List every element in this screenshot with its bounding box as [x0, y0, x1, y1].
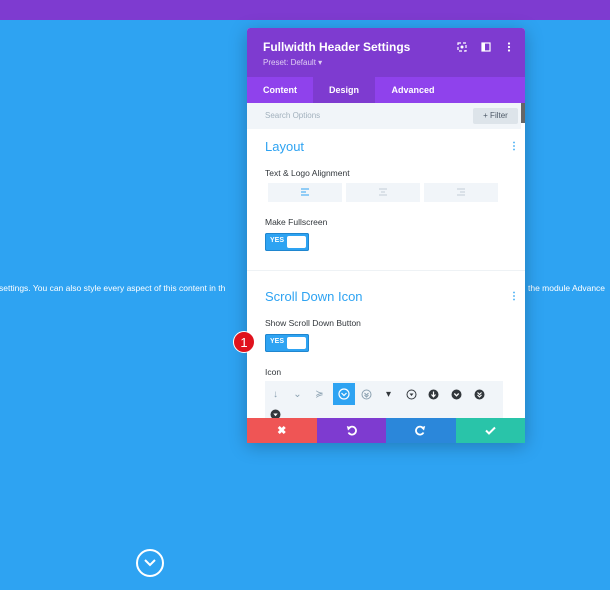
search-input[interactable]: Search Options	[265, 111, 320, 120]
sidebar-icon[interactable]	[480, 41, 492, 53]
save-button[interactable]	[455, 418, 525, 443]
tab-bar: Content Design Advanced	[247, 77, 525, 103]
circle-caret-down-icon[interactable]	[402, 385, 421, 404]
tab-design[interactable]: Design	[313, 77, 375, 103]
icon-label: Icon	[265, 367, 282, 377]
section-menu-icon[interactable]: ⋮	[509, 141, 519, 152]
tab-advanced[interactable]: Advanced	[375, 77, 451, 103]
settings-modal: Fullwidth Header Settings Preset: Defaul…	[247, 28, 525, 442]
caret-down-icon[interactable]: ▾	[379, 385, 398, 404]
chevron-down-icon[interactable]: ⌄	[288, 385, 307, 404]
toggle-yes-label: YES	[270, 237, 285, 244]
tab-content[interactable]: Content	[247, 77, 313, 103]
toggle-yes-label: YES	[270, 338, 285, 345]
section-title-scroll-down-icon[interactable]: Scroll Down Icon	[265, 289, 363, 304]
modal-header: Fullwidth Header Settings Preset: Defaul…	[247, 28, 525, 77]
section-divider	[247, 270, 525, 271]
redo-button[interactable]	[386, 418, 456, 443]
redo-icon	[415, 425, 426, 436]
section-title-layout[interactable]: Layout	[265, 139, 304, 154]
background-text-left: settings. You can also style every aspec…	[0, 283, 226, 293]
circle-double-chevron-icon[interactable]	[357, 385, 376, 404]
align-center-button[interactable]	[346, 183, 420, 202]
more-icon[interactable]	[503, 41, 515, 53]
alignment-label: Text & Logo Alignment	[265, 168, 350, 178]
filled-circle-double-chevron-icon[interactable]	[470, 385, 489, 404]
top-bar	[0, 0, 610, 20]
align-right-button[interactable]	[424, 183, 498, 202]
toggle-knob	[287, 236, 306, 248]
background-text-right: the module Advance	[528, 283, 606, 293]
double-chevron-down-icon[interactable]: ≽	[310, 385, 329, 404]
check-icon	[485, 426, 496, 435]
scrollbar[interactable]	[521, 103, 525, 123]
circle-chevron-down-icon[interactable]	[136, 549, 164, 577]
preset-selector[interactable]: Preset: Default ▾	[263, 58, 322, 67]
focus-icon[interactable]	[456, 41, 468, 53]
circle-chevron-down-icon[interactable]	[333, 383, 355, 405]
search-bar[interactable]: Search Options + Filter	[247, 103, 521, 129]
fullscreen-label: Make Fullscreen	[265, 217, 328, 227]
undo-icon	[346, 425, 357, 436]
cancel-button[interactable]: ✖	[247, 418, 317, 443]
section-menu-icon[interactable]: ⋮	[509, 291, 519, 302]
modal-footer: ✖	[247, 418, 525, 443]
show-scroll-label: Show Scroll Down Button	[265, 318, 361, 328]
filled-circle-chevron-down-icon[interactable]	[447, 385, 466, 404]
filter-button[interactable]: + Filter	[473, 108, 518, 124]
close-icon: ✖	[277, 425, 287, 437]
show-scroll-toggle[interactable]: YES	[265, 334, 309, 352]
align-left-button[interactable]	[268, 183, 342, 202]
fullscreen-toggle[interactable]: YES	[265, 233, 309, 251]
filled-circle-arrow-down-icon[interactable]	[424, 385, 443, 404]
modal-title: Fullwidth Header Settings	[263, 40, 411, 54]
step-badge: 1	[233, 331, 255, 353]
arrow-down-icon[interactable]: ↓	[266, 385, 285, 404]
toggle-knob	[287, 337, 306, 349]
undo-button[interactable]	[316, 418, 386, 443]
